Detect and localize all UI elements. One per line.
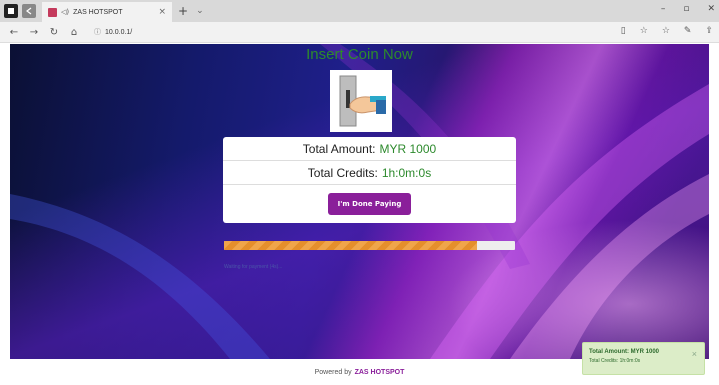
button-wrapper: I'm Done Paying [223, 185, 516, 222]
home-icon[interactable]: ⌂ [68, 27, 80, 38]
minimize-icon[interactable]: – [661, 4, 666, 14]
speaker-icon[interactable]: ◁) [61, 8, 69, 16]
favorites-icon[interactable]: ☆ [662, 26, 670, 36]
powered-by-text: Powered by [314, 368, 352, 376]
toolbar-icons: ▯ ☆ ☆ ✎ ⇪ [621, 26, 713, 36]
payment-summary-card: Total Amount: MYR 1000 Total Credits: 1h… [223, 137, 516, 223]
toast-close-icon[interactable]: × [692, 349, 697, 359]
total-amount-row: Total Amount: MYR 1000 [223, 137, 516, 161]
toast-credits: Total Credits: 1h:0m:0s [589, 358, 641, 364]
chevron-down-icon[interactable]: ⌄ [196, 6, 204, 16]
total-credits-value: 1h:0m:0s [381, 165, 432, 180]
url-field[interactable]: ⓘ 10.0.0.1/ [94, 27, 132, 37]
page-title: Insert Coin Now [306, 46, 413, 63]
browser-tab-bar: ◁) ZAS HOTSPOT × + ⌄ – ▫ ✕ [0, 0, 719, 22]
close-tab-icon[interactable]: × [158, 7, 166, 17]
tab-actions-icon[interactable] [4, 4, 18, 18]
brand-name: ZAS HOTSPOT [354, 368, 405, 376]
credit-toast: Total Amount: MYR 1000 Total Credits: 1h… [582, 342, 705, 375]
back-icon[interactable]: ← [8, 27, 20, 38]
forward-icon[interactable]: → [28, 27, 40, 38]
toast-amount: Total Amount: MYR 1000 [589, 349, 660, 355]
waiting-status-text: Waiting for payment (4s)... [224, 264, 283, 270]
new-tab-icon[interactable]: + [178, 4, 188, 18]
favorite-star-icon[interactable]: ☆ [640, 26, 648, 36]
insert-coin-image [330, 70, 392, 132]
address-bar: ← → ↻ ⌂ ⓘ 10.0.0.1/ ▯ ☆ ☆ ✎ ⇪ [0, 22, 719, 43]
url-text: 10.0.0.1/ [105, 28, 133, 36]
payment-progress-bar [224, 241, 515, 250]
browser-tab[interactable]: ◁) ZAS HOTSPOT × [42, 2, 172, 22]
total-credits-label: Total Credits: [307, 165, 378, 180]
window-controls: – ▫ ✕ [661, 4, 715, 14]
tab-title: ZAS HOTSPOT [73, 8, 123, 16]
close-window-icon[interactable]: ✕ [707, 4, 715, 14]
maximize-icon[interactable]: ▫ [683, 4, 689, 14]
captive-portal-page: Insert Coin Now Total Amount: MYR 1000 T… [10, 44, 709, 359]
done-paying-button[interactable]: I'm Done Paying [327, 192, 412, 215]
refresh-icon[interactable]: ↻ [48, 27, 60, 38]
favicon-icon [48, 7, 57, 17]
reading-view-icon[interactable]: ▯ [621, 26, 626, 36]
share-icon[interactable]: ⇪ [705, 26, 713, 36]
coin-slot-icon [339, 75, 386, 127]
total-amount-value: MYR 1000 [379, 141, 437, 156]
info-icon: ⓘ [94, 29, 101, 36]
total-amount-label: Total Amount: [302, 141, 376, 156]
pen-icon[interactable]: ✎ [684, 26, 692, 36]
back-tabs-icon[interactable] [22, 4, 36, 18]
total-credits-row: Total Credits: 1h:0m:0s [223, 161, 516, 185]
progress-fill [224, 241, 478, 250]
